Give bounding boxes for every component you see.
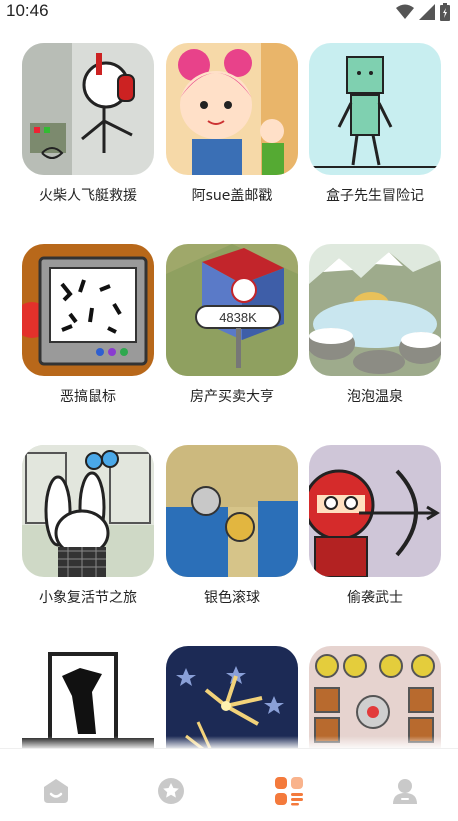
game-title[interactable]: 房产买卖大亨	[157, 388, 307, 406]
status-time: 10:46	[6, 1, 49, 20]
game-thumbnail	[309, 244, 441, 376]
nav-categories[interactable]	[269, 771, 309, 811]
star-icon	[158, 778, 184, 804]
game-thumbnail	[309, 43, 441, 175]
signal-icon	[419, 4, 435, 20]
game-thumbnail	[22, 445, 154, 577]
game-thumbnail	[309, 445, 441, 577]
game-tile[interactable]	[309, 445, 441, 577]
game-title[interactable]: 阿sue盖邮戳	[157, 187, 307, 205]
game-title[interactable]: 恶搞鼠标	[13, 388, 163, 406]
nav-favorites[interactable]	[151, 771, 191, 811]
profile-icon	[393, 779, 417, 804]
game-title[interactable]: 泡泡温泉	[300, 388, 450, 406]
game-tile[interactable]	[166, 445, 298, 577]
home-icon	[44, 779, 68, 803]
game-tile[interactable]	[309, 244, 441, 376]
game-thumbnail	[22, 244, 154, 376]
game-title[interactable]: 小象复活节之旅	[13, 589, 163, 607]
game-tile[interactable]	[22, 445, 154, 577]
nav-profile[interactable]	[385, 771, 425, 811]
price-sign-text: 4838K	[219, 310, 257, 325]
category-icon	[275, 777, 303, 806]
battery-icon	[440, 3, 450, 21]
game-thumbnail	[166, 43, 298, 175]
game-title[interactable]: 银色滚球	[157, 589, 307, 607]
nav-home[interactable]	[36, 771, 76, 811]
game-tile[interactable]	[22, 43, 154, 175]
game-title[interactable]: 偷袭武士	[300, 589, 450, 607]
game-thumbnail: 4838K	[166, 244, 298, 376]
status-bar: 10:46	[0, 0, 458, 24]
game-tile[interactable]	[22, 244, 154, 376]
game-title[interactable]: 火柴人飞艇救援	[13, 187, 163, 205]
wifi-icon	[396, 4, 414, 19]
bottom-nav	[0, 748, 458, 821]
game-tile[interactable]	[309, 43, 441, 175]
game-thumbnail	[22, 43, 154, 175]
status-icons	[396, 3, 450, 21]
game-tile[interactable]: 4838K	[166, 244, 298, 376]
game-title[interactable]: 盒子先生冒险记	[300, 187, 450, 205]
game-tile[interactable]	[166, 43, 298, 175]
game-thumbnail	[166, 445, 298, 577]
